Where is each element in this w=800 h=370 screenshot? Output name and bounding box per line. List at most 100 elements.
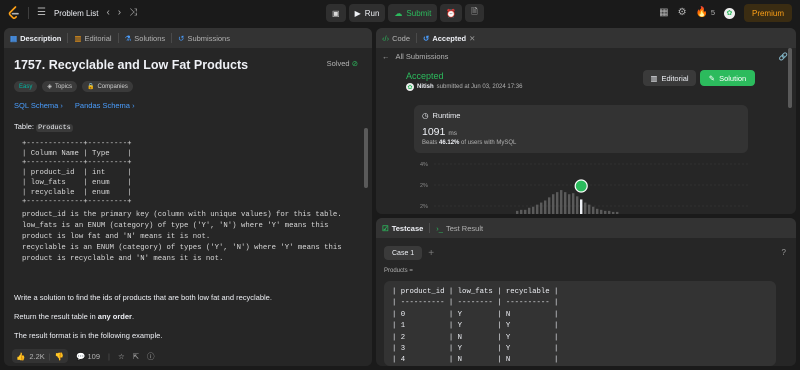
tab-description-label: Description (20, 33, 62, 43)
distribution-bar[interactable] (552, 194, 555, 214)
comment-count: 109 (87, 351, 101, 361)
runtime-unit: ms (448, 130, 458, 137)
divider: | (108, 351, 110, 361)
distribution-bar[interactable] (616, 211, 619, 214)
layout-icon[interactable]: ▦ (659, 8, 668, 18)
y-tick-label: 4% (420, 162, 428, 168)
distribution-bar[interactable] (520, 209, 523, 214)
like-button[interactable]: 👍 2.2K | 👎 (12, 349, 69, 363)
distribution-bar[interactable] (556, 192, 559, 214)
star-icon[interactable]: ☆ (118, 352, 125, 361)
distribution-bar[interactable] (548, 197, 551, 214)
products-input[interactable]: | product_id | low_fats | recyclable | |… (384, 281, 776, 366)
problem-list-link[interactable]: Problem List (54, 9, 98, 18)
format-paragraph: The result format is in the following ex… (14, 330, 163, 340)
debug-button[interactable]: ▣ (326, 4, 346, 22)
author-name[interactable]: Nitish (417, 84, 434, 90)
beats-suffix: of users with MySQL (461, 140, 517, 146)
tab-code[interactable]: ‹/› Code (382, 34, 410, 43)
distribution-bar[interactable] (544, 200, 547, 214)
beats-value: 46.12% (439, 140, 460, 146)
distribution-bar[interactable] (592, 206, 595, 214)
scrollbar[interactable] (364, 128, 368, 188)
tab-submissions[interactable]: ↺ Submissions (178, 34, 230, 43)
user-position-marker[interactable] (574, 179, 588, 193)
runtime-card[interactable]: ◷ Runtime 1091 ms Beats 46.12% of users wi… (414, 105, 748, 153)
thumbs-up-icon: 👍 (16, 351, 26, 361)
products-table: | product_id | low_fats | recyclable | |… (392, 288, 559, 365)
order-prefix: Return the result table in (14, 311, 98, 321)
code-icon: ‹/› (382, 33, 390, 43)
close-icon[interactable]: ✕ (469, 34, 475, 43)
distribution-bar[interactable] (572, 193, 575, 214)
notes-button[interactable]: 🗎 (465, 4, 484, 22)
next-problem-icon[interactable]: › (118, 8, 121, 18)
distribution-bar[interactable] (596, 208, 599, 214)
distribution-bar[interactable] (564, 192, 567, 214)
distribution-bar[interactable] (608, 210, 611, 214)
tab-solutions-label: Solutions (134, 33, 166, 43)
shuffle-icon[interactable]: ⤨ (129, 8, 137, 18)
submit-button[interactable]: ☁ Submit (388, 4, 438, 22)
distribution-bar[interactable] (540, 202, 543, 214)
editorial-button[interactable]: ▥ Editorial (643, 70, 696, 86)
distribution-bar[interactable] (516, 210, 519, 214)
thumbs-down-icon: 👎 (54, 351, 65, 361)
distribution-bar[interactable] (532, 206, 535, 214)
distribution-bar[interactable] (536, 204, 539, 214)
cloud-upload-icon: ☁ (394, 8, 403, 18)
tab-accepted[interactable]: ↺ Accepted ✕ (423, 34, 475, 43)
streak-counter[interactable]: 🔥 5 (696, 8, 715, 18)
distribution-bar[interactable] (568, 194, 571, 214)
divider: | (48, 351, 51, 361)
link-icon[interactable]: 🔗 (779, 52, 788, 61)
play-icon: ▶ (354, 8, 361, 18)
distribution-bar[interactable] (600, 209, 603, 214)
user-avatar[interactable]: ✿ (723, 7, 735, 19)
case-1-tab[interactable]: Case 1 (384, 246, 423, 260)
distribution-bar[interactable] (524, 209, 527, 214)
distribution-bar[interactable] (528, 207, 531, 214)
tab-editorial[interactable]: ▥ Editorial (74, 34, 111, 43)
run-button[interactable]: ▶ Run (348, 4, 386, 22)
timer-button[interactable]: ⏰ (440, 4, 463, 22)
runtime-value: 1091 ms (422, 126, 740, 138)
all-submissions-link[interactable]: All Submissions (396, 52, 449, 61)
settings-gear-icon[interactable]: ⚙ (678, 8, 687, 18)
scrollbar[interactable] (788, 48, 792, 108)
help-icon[interactable]: ? (782, 248, 786, 257)
sql-schema-link[interactable]: SQL Schema › (14, 101, 63, 110)
tab-test-result[interactable]: ›_ Test Result (436, 224, 483, 233)
history-icon: ↺ (423, 33, 430, 43)
back-arrow-icon[interactable]: ← (382, 52, 390, 61)
distribution-bar[interactable] (612, 211, 615, 214)
runtime-distribution-chart: 4% 2% 2% (420, 162, 748, 214)
action-bar: 👍 2.2K | 👎 💬 109 | ☆ ⇱ ⓘ (4, 346, 372, 366)
tab-testcase[interactable]: ☑ Testcase (382, 224, 423, 233)
solution-button[interactable]: ✎ Solution (700, 70, 755, 86)
list-icon[interactable]: ☰ (37, 8, 46, 18)
prev-problem-icon[interactable]: ‹ (106, 8, 109, 18)
highlight-bar[interactable] (580, 199, 583, 214)
help-icon[interactable]: ⓘ (147, 351, 155, 362)
add-case-icon[interactable]: + (428, 248, 434, 259)
run-label: Run (364, 8, 380, 18)
distribution-bar[interactable] (560, 190, 563, 214)
tag-icon: ◈ (47, 84, 52, 90)
distribution-bar[interactable] (604, 210, 607, 214)
share-icon[interactable]: ⇱ (133, 352, 139, 361)
distribution-bar[interactable] (588, 204, 591, 214)
submit-label: Submit (406, 8, 432, 18)
pandas-schema-link[interactable]: Pandas Schema › (75, 101, 135, 110)
right-tab-bar: ‹/› Code ↺ Accepted ✕ (376, 28, 796, 48)
distribution-bar[interactable] (576, 196, 579, 214)
tab-description[interactable]: ▤ Description (10, 34, 61, 43)
comments-button[interactable]: 💬 109 (76, 352, 100, 361)
topics-chip[interactable]: ◈ Topics (42, 81, 77, 92)
leetcode-logo[interactable] (8, 6, 20, 20)
companies-chip[interactable]: 🔒 Companies (81, 81, 133, 92)
tab-solutions[interactable]: ⚗ Solutions (125, 34, 166, 43)
distribution-bar[interactable] (584, 202, 587, 214)
premium-button[interactable]: Premium (743, 4, 792, 22)
difficulty-chip[interactable]: Easy (14, 81, 38, 92)
